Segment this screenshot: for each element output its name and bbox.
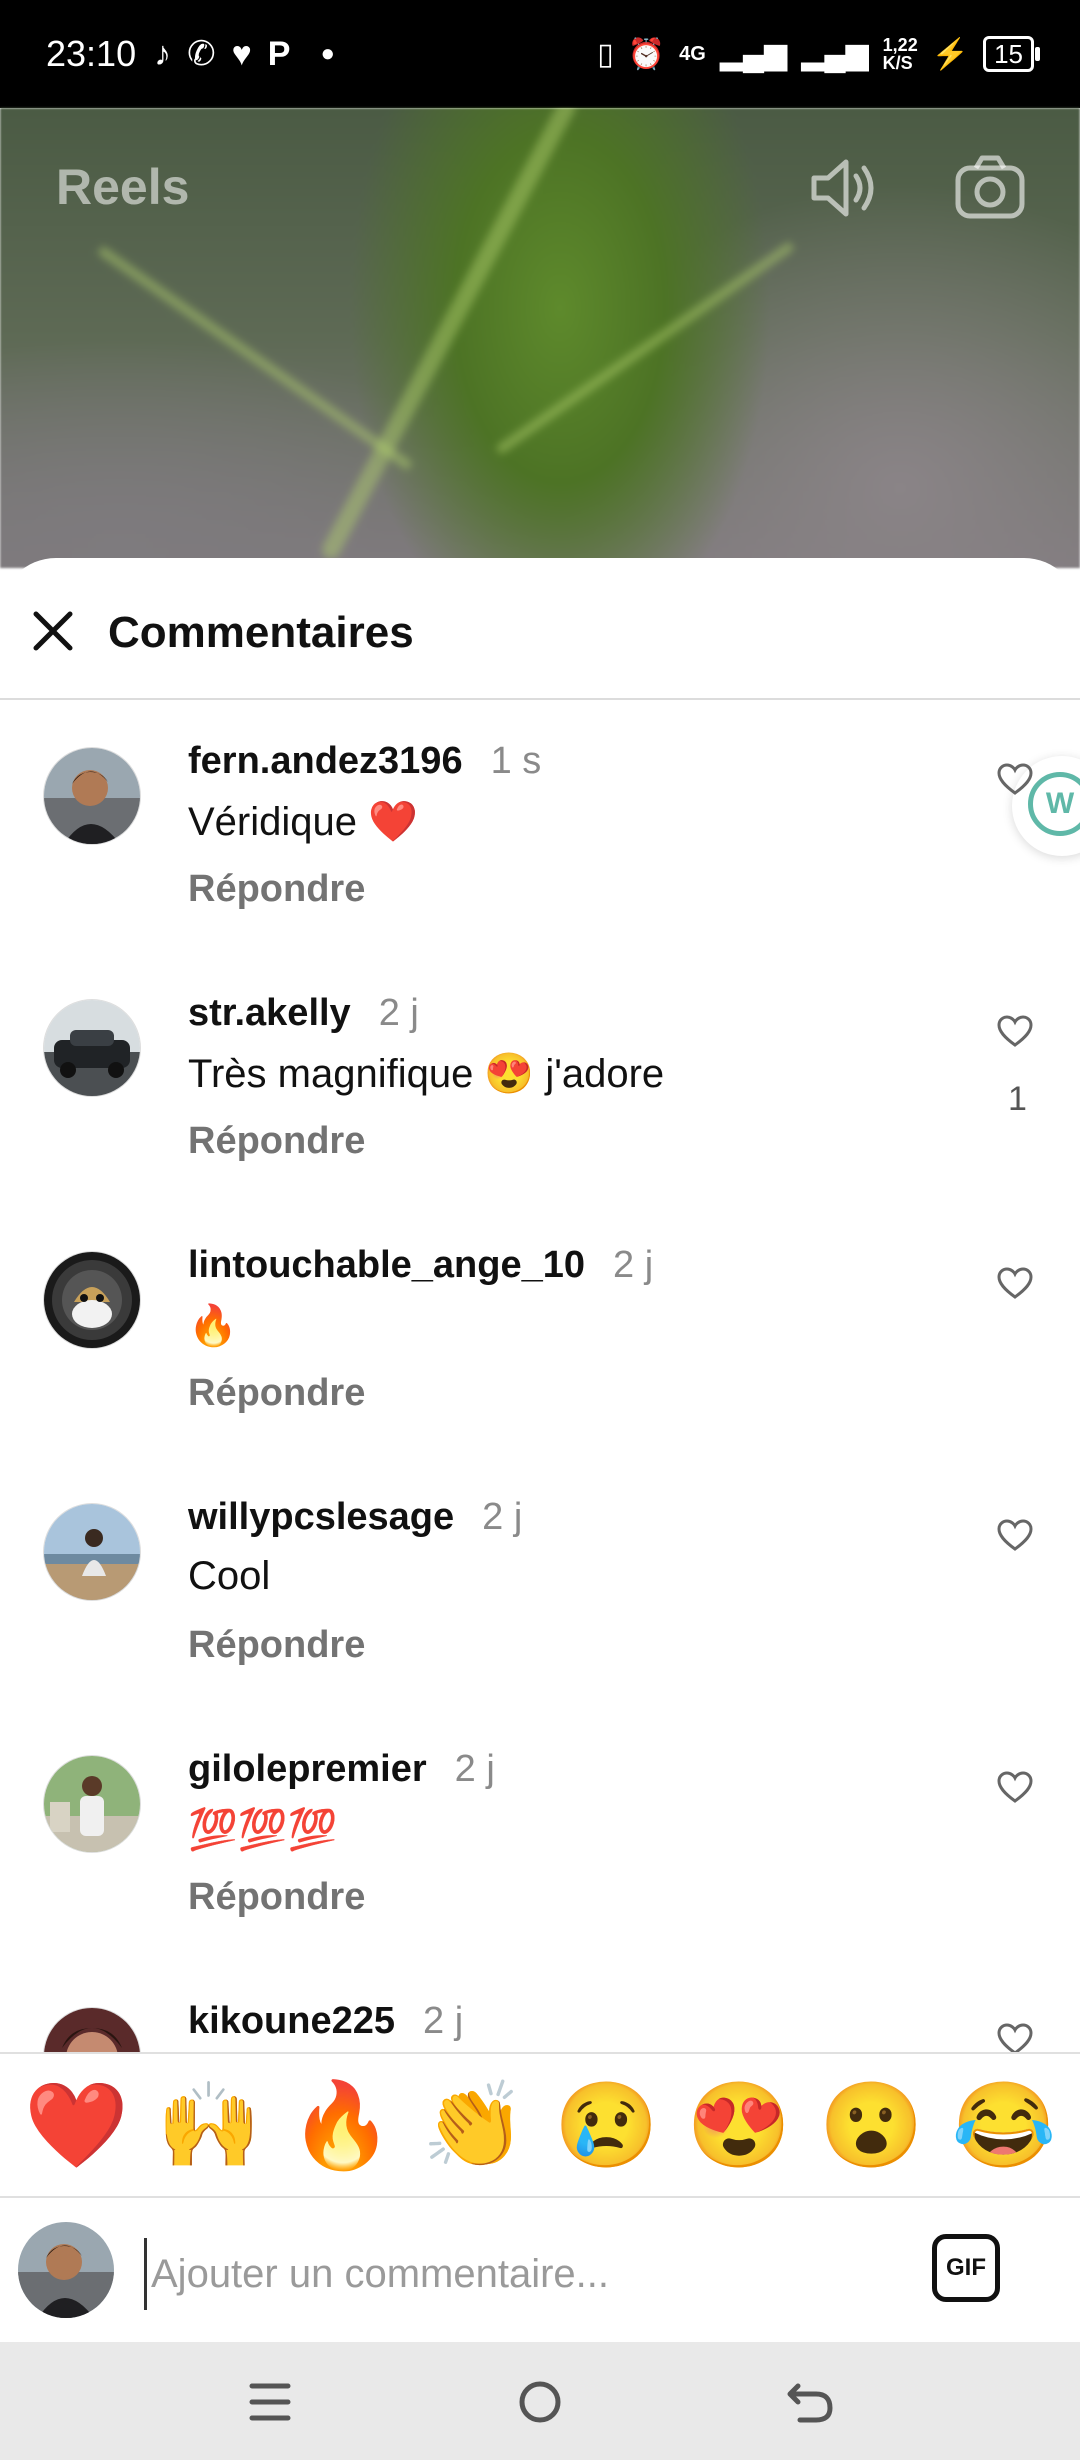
emoji-laughing-button[interactable]: 😂 xyxy=(951,2083,1056,2167)
alarm-icon: ⏰ xyxy=(627,37,666,71)
comment-username-text[interactable]: gilolepremier xyxy=(188,1748,427,1790)
emoji-heart-eyes-button[interactable]: 😍 xyxy=(686,2083,791,2167)
comment-item: kikoune225 2 j xyxy=(0,2000,1080,2052)
emoji-quick-bar: ❤️ 🙌 🔥 👏 😢 😍 😮 😂 xyxy=(0,2052,1080,2198)
video-leaf-detail xyxy=(318,108,580,562)
comment-time: 2 j xyxy=(613,1244,654,1286)
emoji-heart-button[interactable]: ❤️ xyxy=(24,2083,129,2167)
like-heart-icon[interactable] xyxy=(996,762,1034,796)
comment-time: 2 j xyxy=(423,2000,464,2042)
emoji-surprised-button[interactable]: 😮 xyxy=(819,2083,924,2167)
comment-username[interactable]: gilolepremier 2 j xyxy=(188,1748,495,1791)
comments-header: Commentaires xyxy=(0,558,1080,700)
comment-input-bar: GIF xyxy=(0,2200,1080,2342)
reply-button[interactable]: Répondre xyxy=(188,868,365,911)
comments-title: Commentaires xyxy=(108,608,414,657)
avatar[interactable] xyxy=(44,1756,140,1852)
comment-username[interactable]: willypcslesage 2 j xyxy=(188,1496,522,1539)
comment-username-text[interactable]: lintouchable_ange_10 xyxy=(188,1244,585,1286)
comment-item: str.akelly 2 j Très magnifique 😍 j'adore … xyxy=(0,992,1080,1244)
comment-time: 2 j xyxy=(482,1496,523,1538)
speed-value: 1,22 xyxy=(882,35,918,55)
reply-button[interactable]: Répondre xyxy=(188,1372,365,1415)
network-label: 4G xyxy=(679,42,706,65)
comment-input[interactable] xyxy=(144,2238,913,2310)
like-heart-icon[interactable] xyxy=(996,1518,1034,1552)
comment-username-text[interactable]: fern.andez3196 xyxy=(188,740,463,782)
video-leaf-detail xyxy=(96,244,414,472)
reels-title: Reels xyxy=(56,159,190,215)
comment-time: 2 j xyxy=(454,1748,495,1790)
comment-username[interactable]: kikoune225 2 j xyxy=(188,2000,463,2043)
comment-text: 🔥 xyxy=(188,1304,238,1348)
speaker-icon[interactable] xyxy=(806,150,882,226)
speed-unit: K/S xyxy=(882,53,913,73)
heart-icon: ♥ xyxy=(231,34,252,73)
comment-item: fern.andez3196 1 s Véridique ❤️ Répondre xyxy=(0,740,1080,992)
like-heart-icon[interactable] xyxy=(996,2022,1034,2052)
signal-icon-2: ▂▄▆ xyxy=(801,37,869,71)
status-bar: 23:10 ♪ ✆ ♥ P ● ▯ ⏰ 4G ▂▄▆ ▂▄▆ 1,22 K/S … xyxy=(0,0,1080,108)
signal-icon: ▂▄▆ xyxy=(719,37,788,71)
avatar[interactable] xyxy=(44,2008,140,2052)
vibrate-icon: ▯ xyxy=(597,37,614,71)
comment-text: Cool xyxy=(188,1554,271,1598)
reply-button[interactable]: Répondre xyxy=(188,1120,365,1163)
charging-icon: ⚡ xyxy=(931,37,970,71)
comment-time: 1 s xyxy=(490,740,542,782)
comment-item: willypcslesage 2 j Cool Répondre xyxy=(0,1496,1080,1748)
back-icon[interactable] xyxy=(780,2372,840,2432)
status-notification-icons: ♪ ✆ ♥ P ● xyxy=(154,34,335,74)
reply-button[interactable]: Répondre xyxy=(188,1624,365,1667)
like-heart-icon[interactable] xyxy=(996,1266,1034,1300)
avatar[interactable] xyxy=(44,748,140,844)
comment-username-text[interactable]: kikoune225 xyxy=(188,2000,395,2042)
system-navigation-bar xyxy=(0,2342,1080,2460)
comment-username[interactable]: str.akelly 2 j xyxy=(188,992,419,1035)
camera-icon[interactable] xyxy=(952,150,1028,226)
emoji-raised-hands-button[interactable]: 🙌 xyxy=(156,2083,261,2167)
dot-icon: ● xyxy=(320,40,335,67)
emoji-crying-button[interactable]: 😢 xyxy=(554,2083,659,2167)
close-icon[interactable] xyxy=(30,608,76,654)
current-user-avatar[interactable] xyxy=(18,2222,114,2318)
like-heart-icon[interactable] xyxy=(996,1770,1034,1804)
comment-text: 💯💯💯 xyxy=(188,1808,338,1852)
comment-text: Très magnifique 😍 j'adore xyxy=(188,1052,665,1096)
comment-text: Véridique ❤️ xyxy=(188,800,418,844)
status-time: 23:10 xyxy=(46,33,137,74)
comment-username[interactable]: lintouchable_ange_10 2 j xyxy=(188,1244,653,1287)
like-heart-icon[interactable] xyxy=(996,1014,1034,1048)
video-leaf-detail xyxy=(494,240,796,456)
whatsapp-icon: ✆ xyxy=(187,35,216,73)
p-app-icon: P xyxy=(267,34,291,73)
comment-time: 2 j xyxy=(378,992,419,1034)
comment-username-text[interactable]: str.akelly xyxy=(188,992,351,1034)
reply-button[interactable]: Répondre xyxy=(188,1876,365,1919)
emoji-fire-button[interactable]: 🔥 xyxy=(289,2083,394,2167)
tiktok-icon: ♪ xyxy=(154,34,172,73)
avatar[interactable] xyxy=(44,1000,140,1096)
like-count: 1 xyxy=(1008,1080,1027,1118)
comment-username[interactable]: fern.andez3196 1 s xyxy=(188,740,541,783)
speed-indicator: 1,22 K/S xyxy=(883,36,918,72)
comment-username-text[interactable]: willypcslesage xyxy=(188,1496,454,1538)
battery-indicator: 15 xyxy=(983,36,1040,72)
menu-icon[interactable] xyxy=(240,2372,300,2432)
status-system-icons: ▯ ⏰ 4G ▂▄▆ ▂▄▆ 1,22 K/S ⚡ 15 xyxy=(597,36,1040,72)
comment-item: gilolepremier 2 j 💯💯💯 Répondre xyxy=(0,1748,1080,2000)
avatar[interactable] xyxy=(44,1252,140,1348)
home-circle-icon[interactable] xyxy=(510,2372,570,2432)
gif-button[interactable]: GIF xyxy=(932,2234,1000,2302)
comment-item: lintouchable_ange_10 2 j 🔥 Répondre xyxy=(0,1244,1080,1496)
avatar[interactable] xyxy=(44,1504,140,1600)
emoji-clap-button[interactable]: 👏 xyxy=(421,2083,526,2167)
